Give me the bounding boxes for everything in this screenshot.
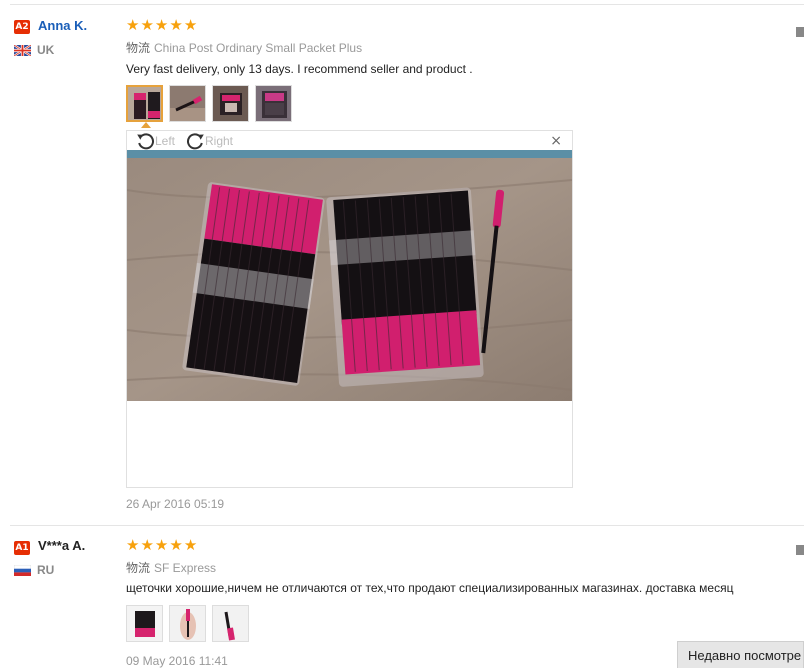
product-photo-image [127,606,162,641]
review-photo-thumbnails [126,85,292,122]
review-photo-thumbnails [126,605,249,642]
reviewer-name[interactable]: Anna K. [38,18,87,33]
close-viewer-button[interactable]: × [550,133,562,149]
star-icon: ★ [154,16,169,34]
photo-viewer-toolbar: Left Right × [127,131,572,150]
ru-flag-icon [14,565,31,576]
product-photo-image [256,86,291,121]
photo-thumbnail[interactable] [212,605,249,642]
star-icon: ★ [126,536,140,554]
rotate-left-button[interactable]: Left [136,132,175,150]
buyer-level-badge: A2 [14,20,30,34]
reviewer-country: RU [37,563,55,577]
photo-viewer: Left Right × [126,130,573,488]
shipping-info: 物流 China Post Ordinary Small Packet Plus [126,39,362,56]
product-photo-image [170,86,205,121]
product-photo-image [213,606,248,641]
star-icon: ★ [183,536,198,554]
reviewer-country: UK [37,43,55,57]
review-comment: щеточки хорошие,ничем не отличаются от т… [126,581,734,595]
photo-thumbnail[interactable] [255,85,292,122]
rating-stars: ★ ★ ★ ★ ★ [126,536,198,554]
report-icon[interactable] [796,545,804,555]
photo-thumbnail[interactable] [126,605,163,642]
rotate-right-icon [187,133,204,150]
rotate-right-button[interactable]: Right [186,132,233,150]
star-icon: ★ [154,536,169,554]
product-photo-image [127,150,572,401]
uk-flag-icon [14,45,31,56]
photo-thumbnail[interactable] [126,85,163,122]
shipping-label: 物流 [126,561,151,575]
star-icon: ★ [169,536,183,554]
product-photo-image [213,86,248,121]
report-icon[interactable] [796,27,804,37]
star-icon: ★ [183,16,198,34]
star-icon: ★ [126,16,140,34]
review-item: A2 Anna K. UK ★ ★ ★ ★ ★ 物流 China Post Ord… [0,0,804,525]
buyer-level-badge: A1 [14,541,30,555]
review-date: 09 May 2016 11:41 [126,654,228,668]
rotate-left-icon [137,133,154,150]
photo-thumbnail[interactable] [212,85,249,122]
shipping-method: SF Express [154,561,217,575]
shipping-method: China Post Ordinary Small Packet Plus [154,41,363,55]
star-icon: ★ [140,16,154,34]
active-thumbnail-caret [141,122,151,128]
review-comment: Very fast delivery, only 13 days. I reco… [126,62,473,76]
recently-viewed-tab[interactable]: Недавно посмотре [677,641,804,668]
reviewer-name[interactable]: V***a A. [38,538,85,553]
enlarged-photo [127,150,572,401]
shipping-label: 物流 [126,41,151,55]
product-photo-image [170,606,205,641]
rotate-left-label: Left [155,134,176,148]
photo-thumbnail[interactable] [169,605,206,642]
shipping-info: 物流 SF Express [126,559,216,576]
rating-stars: ★ ★ ★ ★ ★ [126,16,198,34]
photo-thumbnail[interactable] [169,85,206,122]
rotate-right-label: Right [205,134,234,148]
star-icon: ★ [140,536,154,554]
product-photo-image [128,87,161,120]
star-icon: ★ [169,16,183,34]
review-date: 26 Apr 2016 05:19 [126,497,225,511]
